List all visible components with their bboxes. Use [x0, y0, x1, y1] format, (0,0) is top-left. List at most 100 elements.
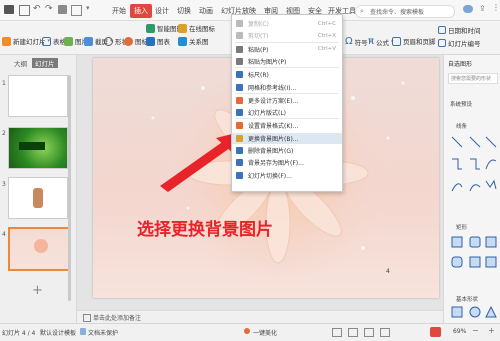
- search-icon: ⌕: [360, 7, 364, 15]
- chart-button[interactable]: 图表: [146, 36, 170, 46]
- menu-item-label: 背景另存为图片(F)...: [248, 160, 304, 168]
- zoom-out-icon[interactable]: −: [472, 326, 479, 335]
- scrollbar[interactable]: [68, 75, 71, 301]
- slide-thumbnail[interactable]: [8, 75, 68, 117]
- slide-sorter-icon[interactable]: [348, 328, 358, 337]
- smartart-icon: [146, 23, 155, 33]
- zoom-in-icon[interactable]: +: [488, 326, 495, 335]
- menu-item-label: 设置背景格式(K)...: [248, 123, 299, 131]
- slide-thumbnail[interactable]: [8, 127, 68, 169]
- menu-separator: [235, 67, 339, 69]
- slide-thumbnail-selected[interactable]: [8, 227, 70, 271]
- slide-number: 4: [2, 231, 6, 238]
- datetime-button[interactable]: 日期和时间: [438, 25, 481, 35]
- slide-number-button[interactable]: 幻灯片编号: [438, 38, 481, 48]
- file-menu-icon[interactable]: [4, 5, 14, 14]
- undo-icon[interactable]: ↶: [33, 4, 41, 14]
- document-protect-status[interactable]: 文档未保护: [88, 328, 118, 337]
- menu-item-label: 粘贴为图片(P): [248, 58, 287, 66]
- tab-design[interactable]: 设计: [155, 6, 169, 16]
- slide-page-number: 4: [386, 268, 390, 275]
- theme-name: 默认设计模板: [40, 330, 77, 337]
- preset-dropdown[interactable]: 系统预设: [450, 100, 472, 108]
- menu-separator: [235, 92, 339, 94]
- thumbnail-flower: [34, 239, 48, 253]
- thumbnail-figure: [33, 188, 43, 208]
- shape-search-input[interactable]: 搜索您需要的形状: [448, 73, 498, 84]
- reading-view-icon[interactable]: [364, 328, 374, 337]
- menu-item-label: 标尺(R): [248, 72, 269, 80]
- save-icon[interactable]: [19, 5, 30, 16]
- rect-shapes[interactable]: [450, 235, 498, 277]
- menu-item[interactable]: 标尺(R): [232, 69, 342, 80]
- icon-library-icon: [124, 36, 133, 46]
- symbol-label: 符号: [354, 38, 368, 47]
- slide-number: 1: [2, 80, 6, 87]
- add-slide-icon[interactable]: +: [32, 283, 43, 298]
- menu-item[interactable]: 更换背景图片(B)...: [232, 132, 342, 144]
- search-box[interactable]: ⌕ 查找命令、搜索模板: [355, 5, 455, 18]
- slide-thumbnail[interactable]: [8, 177, 68, 219]
- header-footer-button[interactable]: 页眉和页脚: [392, 36, 436, 46]
- thumbnail-text-box: [19, 142, 45, 150]
- menu-item[interactable]: 幻灯片切换(F)...: [232, 170, 342, 181]
- menu-item[interactable]: 背景另存为图片(F)...: [232, 157, 342, 168]
- menu-item-label: 剪切(T): [248, 33, 269, 41]
- menu-item-icon: [236, 83, 243, 91]
- online-icon-label: 在线图标: [189, 25, 215, 33]
- menu-item[interactable]: 删除背景图片(G): [232, 145, 342, 156]
- share-icon[interactable]: ⇪: [479, 4, 486, 13]
- slide-number: 2: [2, 130, 6, 137]
- preview-icon[interactable]: [71, 5, 82, 16]
- menu-item[interactable]: 粘贴为图片(P): [232, 56, 342, 67]
- menu-item[interactable]: 粘贴(P) Ctrl+V: [232, 44, 342, 55]
- printer-icon[interactable]: [58, 5, 67, 14]
- menu-item-icon: [236, 32, 243, 40]
- basic-shapes[interactable]: [450, 305, 498, 321]
- tab-insert[interactable]: 插入: [130, 4, 152, 18]
- menu-item-icon: [236, 71, 243, 79]
- zoom-level: 69%: [453, 328, 467, 335]
- beautify-icon: [244, 328, 250, 334]
- menu-item-icon: [236, 57, 243, 65]
- menu-separator: [235, 41, 339, 43]
- pi-icon: π: [368, 36, 375, 47]
- relation-chart-label: 关系图: [189, 38, 209, 46]
- cloud-icon[interactable]: [463, 5, 473, 13]
- menu-item-icon: [236, 109, 243, 117]
- table-icon: [42, 36, 51, 46]
- relation-chart-button[interactable]: 关系图: [178, 36, 209, 46]
- menu-item-icon: [236, 171, 243, 179]
- tab-outline[interactable]: 大纲: [14, 58, 27, 68]
- menu-item[interactable]: 幻灯片版式(L): [232, 107, 342, 118]
- shield-icon: [80, 328, 86, 335]
- menu-item[interactable]: 网格和参考线(I)...: [232, 82, 342, 93]
- line-shapes[interactable]: [450, 135, 498, 215]
- menu-item-icon: [236, 20, 243, 27]
- tab-home[interactable]: 开始: [112, 6, 126, 16]
- normal-view-icon[interactable]: [332, 328, 342, 337]
- online-icon-button[interactable]: 在线图标: [178, 23, 215, 33]
- more-icon[interactable]: ⋮: [492, 3, 500, 12]
- slide-number-label: 幻灯片编号: [448, 40, 481, 48]
- search-placeholder: 查找命令、搜索模板: [370, 9, 425, 16]
- notes-view-icon[interactable]: [380, 328, 390, 337]
- lines-section-label: 线条: [456, 124, 468, 130]
- tab-slides[interactable]: 幻灯片: [32, 58, 58, 68]
- play-icon[interactable]: [430, 327, 441, 337]
- notes-area[interactable]: 单击此处添加备注: [77, 310, 443, 324]
- tab-animation[interactable]: 动画: [199, 6, 213, 16]
- slide-number: 3: [2, 181, 6, 188]
- menu-item[interactable]: 设置背景格式(K)...: [232, 120, 342, 131]
- menu-item-label: 更换背景图片(B)...: [248, 135, 299, 143]
- menu-item-icon: [236, 159, 243, 167]
- menu-item-label: 复制(C): [248, 21, 269, 28]
- redo-icon[interactable]: ↷: [45, 4, 53, 14]
- tab-transition[interactable]: 切换: [177, 6, 191, 16]
- menu-item[interactable]: 更多设计方案(E)...: [232, 95, 342, 106]
- chevron-down-icon[interactable]: ▾: [86, 4, 90, 12]
- online-icon-icon: [178, 23, 187, 33]
- formula-button[interactable]: π 公式 ▾: [368, 36, 394, 47]
- picture-icon: [64, 36, 73, 46]
- one-click-beautify-button[interactable]: 一键美化: [253, 328, 277, 337]
